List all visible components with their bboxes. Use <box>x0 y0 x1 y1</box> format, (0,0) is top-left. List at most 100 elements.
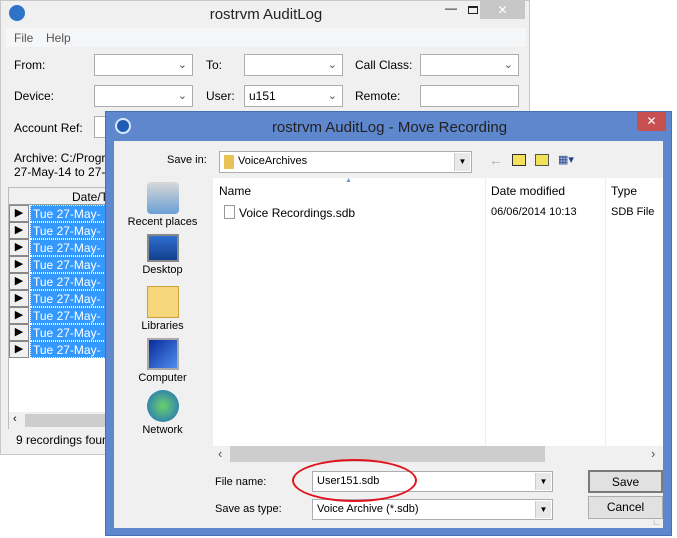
grid-row[interactable]: ▶Tue 27-May-14 <box>9 324 110 356</box>
grid-row[interactable]: ▶Tue 27-May-14 <box>9 239 110 271</box>
save-as-type-combo[interactable]: Voice Archive (*.sdb) ▼ <box>312 499 553 520</box>
up-folder-icon[interactable] <box>512 154 526 166</box>
grid-h-scrollbar[interactable]: ‹ <box>9 412 109 429</box>
chevron-down-icon: ⌄ <box>503 59 513 71</box>
resize-grip-icon[interactable]: ∟ <box>652 517 661 527</box>
menu-bar: File Help <box>6 28 526 47</box>
grid-row[interactable]: ▶Tue 27-May-14 <box>9 256 110 288</box>
device-label: Device: <box>14 89 55 103</box>
row-selector-icon[interactable]: ▶ <box>9 307 29 324</box>
grid-row[interactable]: ▶Tue 27-May-14 <box>9 222 110 254</box>
minimize-button[interactable]: — <box>437 1 465 19</box>
chevron-down-icon: ⌄ <box>177 90 187 102</box>
chevron-down-icon: ⌄ <box>327 59 337 71</box>
row-selector-icon[interactable]: ▶ <box>9 324 29 341</box>
sort-ascending-icon: ▲ <box>345 177 352 184</box>
to-combo[interactable]: ⌄ <box>244 54 343 76</box>
place-computer[interactable]: Computer <box>114 338 211 384</box>
row-selector-icon[interactable]: ▶ <box>9 256 29 273</box>
grid-cell-datetime[interactable]: Tue 27-May-14 <box>30 222 110 254</box>
account-ref-label: Account Ref: <box>14 121 83 135</box>
computer-icon <box>146 338 179 370</box>
row-selector-icon[interactable]: ▶ <box>9 341 29 358</box>
menu-help[interactable]: Help <box>46 31 71 45</box>
dialog-close-button[interactable]: ✕ <box>637 112 666 131</box>
grid-cell-datetime[interactable]: Tue 27-May-14 <box>30 256 110 288</box>
row-selector-icon[interactable]: ▶ <box>9 222 29 239</box>
grid-header-datetime[interactable]: Date/T <box>72 190 108 204</box>
grid-cell-datetime[interactable]: Tue 27-May-14 <box>30 205 110 237</box>
place-network[interactable]: Network <box>114 390 211 436</box>
maximize-button[interactable] <box>465 1 481 19</box>
place-desktop[interactable]: Desktop <box>114 234 211 276</box>
chevron-down-icon: ⌄ <box>177 59 187 71</box>
grid-cell-datetime[interactable]: Tue 27-May-14 <box>30 341 110 373</box>
file-row[interactable]: Voice Recordings.sdb 06/06/2014 10:13 SD… <box>213 202 663 222</box>
grid-row[interactable]: ▶Tue 27-May-14 <box>9 273 110 305</box>
network-icon <box>146 390 179 422</box>
column-date-modified[interactable]: Date modified <box>491 184 565 198</box>
from-combo[interactable]: ⌄ <box>94 54 193 76</box>
user-combo[interactable]: u151 ⌄ <box>244 85 343 107</box>
file-name: Voice Recordings.sdb <box>239 206 356 220</box>
scroll-left-icon[interactable]: ‹ <box>218 446 222 461</box>
menu-file[interactable]: File <box>14 31 33 45</box>
grid-cell-datetime[interactable]: Tue 27-May-14 <box>30 239 110 271</box>
dropdown-arrow-icon[interactable]: ▼ <box>535 473 551 490</box>
call-class-label: Call Class: <box>355 58 413 72</box>
file-list-h-scrollbar[interactable]: ‹ › <box>213 446 663 462</box>
dialog-title: rostrvm AuditLog - Move Recording <box>271 119 508 136</box>
column-type[interactable]: Type <box>611 184 637 198</box>
dropdown-arrow-icon[interactable]: ▼ <box>454 153 470 171</box>
scroll-left-icon[interactable]: ‹ <box>13 413 17 425</box>
close-button[interactable]: ✕ <box>480 1 525 19</box>
user-label: User: <box>206 89 235 103</box>
call-class-combo[interactable]: ⌄ <box>420 54 519 76</box>
row-selector-icon[interactable]: ▶ <box>9 273 29 290</box>
grid-cell-datetime[interactable]: Tue 27-May-14 <box>30 290 110 322</box>
column-name[interactable]: Name <box>219 184 251 198</box>
file-date: 06/06/2014 10:13 <box>491 206 577 218</box>
libraries-icon <box>146 286 179 318</box>
status-text: 9 recordings foun <box>16 433 109 447</box>
cancel-button[interactable]: Cancel <box>588 496 663 519</box>
file-icon <box>224 205 235 219</box>
save-in-label: Save in: <box>167 154 207 166</box>
place-recent[interactable]: Recent places <box>114 182 211 228</box>
save-in-combo[interactable]: VoiceArchives ▼ <box>219 151 472 173</box>
places-bar: Recent places Desktop Libraries Computer… <box>114 178 211 438</box>
row-selector-icon[interactable]: ▶ <box>9 239 29 256</box>
save-as-type-label: Save as type: <box>215 503 282 515</box>
file-type: SDB File <box>611 206 655 218</box>
place-libraries[interactable]: Libraries <box>114 286 211 332</box>
file-name-label: File name: <box>215 476 267 488</box>
remote-input[interactable] <box>420 85 519 107</box>
view-menu-icon[interactable]: ▦▾ <box>558 153 574 166</box>
device-combo[interactable]: ⌄ <box>94 85 193 107</box>
remote-label: Remote: <box>355 89 401 103</box>
desktop-icon <box>146 234 179 262</box>
grid-row[interactable]: ▶Tue 27-May-14 <box>9 341 110 373</box>
dropdown-arrow-icon[interactable]: ▼ <box>535 501 551 518</box>
scrollbar-thumb[interactable] <box>230 446 545 462</box>
archive-path: Archive: C:/Progr <box>14 151 106 165</box>
grid-row[interactable]: ▶Tue 27-May-14 <box>9 307 110 339</box>
recent-places-icon <box>146 182 179 214</box>
grid-cell-datetime[interactable]: Tue 27-May-14 <box>30 324 110 356</box>
grid-cell-datetime[interactable]: Tue 27-May-14 <box>30 273 110 305</box>
annotation-ellipse <box>292 459 417 502</box>
chevron-down-icon: ⌄ <box>327 90 337 102</box>
save-button[interactable]: Save <box>588 470 663 493</box>
grid-header: Date/T <box>9 188 109 205</box>
row-selector-icon[interactable]: ▶ <box>9 290 29 307</box>
file-list[interactable]: ▲ Name Date modified Type Voice Recordin… <box>213 177 663 446</box>
archive-range: 27-May-14 to 27- <box>14 165 106 179</box>
back-icon[interactable]: ← <box>489 152 503 168</box>
grid-cell-datetime[interactable]: Tue 27-May-14 <box>30 307 110 339</box>
grid-row[interactable]: ▶Tue 27-May-14 <box>9 205 110 237</box>
folder-icon <box>224 155 234 169</box>
new-folder-icon[interactable] <box>535 154 549 166</box>
row-selector-icon[interactable]: ▶ <box>9 205 29 222</box>
grid-row[interactable]: ▶Tue 27-May-14 <box>9 290 110 322</box>
scroll-right-icon[interactable]: › <box>651 446 655 461</box>
